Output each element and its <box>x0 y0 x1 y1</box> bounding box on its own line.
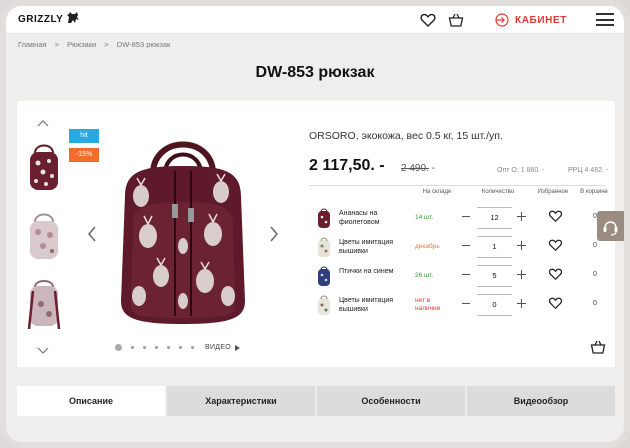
tab-video-review[interactable]: Видеообзор <box>467 386 615 416</box>
qty-input[interactable]: 1 <box>477 236 512 258</box>
table-row: Птички на синем 26 шт. 5 0 <box>309 262 609 290</box>
breadcrumb-separator: > <box>54 40 60 49</box>
gallery-dot[interactable] <box>115 344 122 351</box>
favorite-heart-icon[interactable] <box>548 209 563 223</box>
old-price-suffix: - <box>428 163 435 174</box>
header-stock: На складе <box>422 189 452 195</box>
product-main-image[interactable] <box>103 126 263 331</box>
header-cart: В корзине <box>580 189 608 195</box>
variant-stock: 26 шт. <box>415 272 434 279</box>
divider <box>309 185 606 186</box>
rrc-price: РРЦ 4 482. - <box>568 167 609 174</box>
qty-minus-button[interactable] <box>462 245 470 246</box>
gallery-dots: ВИДЕО <box>115 344 241 351</box>
page-title: DW-853 рюкзак <box>255 64 375 81</box>
table-row: Ананасы на фиолетовом 14 шт. 12 0 <box>309 204 609 232</box>
gallery-dot[interactable] <box>167 346 170 349</box>
favorite-heart-icon[interactable] <box>548 296 563 310</box>
current-price: 2 117,50. - <box>309 157 385 174</box>
heart-icon[interactable] <box>420 12 436 28</box>
variant-thumbnail[interactable] <box>315 294 333 316</box>
device-frame: GRIZZLY КАБИНЕТ Главная > Рюкзаки > DW-8… <box>0 0 630 448</box>
product-card: hit -15% ВИДЕО ORSORO, экокожа, вес 0.5 … <box>17 101 615 367</box>
breadcrumb-separator: > <box>104 40 109 49</box>
cabinet-label: КАБИНЕТ <box>515 14 567 26</box>
qty-minus-button[interactable] <box>462 216 470 217</box>
video-label: ВИДЕО <box>205 344 232 351</box>
variant-name: Цветы имитация вышивки <box>339 239 394 255</box>
product-tabs: Описание Характеристики Особенности Виде… <box>17 386 615 416</box>
gallery-dot[interactable] <box>191 346 194 349</box>
qty-plus-button[interactable] <box>517 241 526 250</box>
hit-badge: hit <box>69 129 99 143</box>
variant-name: Птички на синем <box>339 268 394 275</box>
screen: GRIZZLY КАБИНЕТ Главная > Рюкзаки > DW-8… <box>6 6 624 442</box>
variant-stock: 14 шт. <box>415 214 434 221</box>
qty-input[interactable]: 0 <box>477 294 512 316</box>
add-to-cart-icon[interactable] <box>590 340 606 354</box>
favorite-heart-icon[interactable] <box>548 238 563 252</box>
header-qty: Количество <box>481 189 515 195</box>
login-icon <box>495 13 509 27</box>
headset-icon <box>603 221 618 236</box>
discount-badge: -15% <box>69 148 99 162</box>
gallery-dot[interactable] <box>179 346 182 349</box>
gallery-prev-icon[interactable] <box>87 226 97 242</box>
breadcrumb-home[interactable]: Главная <box>18 40 47 49</box>
table-row: Цветы имитация вышивки декабрь 1 0 <box>309 233 609 261</box>
old-price-value: 2 490. <box>401 163 429 174</box>
thumb-up-arrow-icon[interactable] <box>37 119 49 127</box>
tab-characteristics[interactable]: Характеристики <box>167 386 315 416</box>
qty-minus-button[interactable] <box>462 303 470 304</box>
thumbnail-pineapple[interactable] <box>23 139 65 195</box>
product-description: ORSORO, экокожа, вес 0.5 кг, 15 шт./уп. <box>309 130 503 142</box>
header-fav: Избранное <box>537 189 569 195</box>
qty-plus-button[interactable] <box>517 212 526 221</box>
gallery-dot[interactable] <box>131 346 134 349</box>
table-row: Цветы имитация вышивки нет в наличии 0 0 <box>309 291 609 319</box>
thumbnail-flowers[interactable] <box>23 208 65 264</box>
old-price: 2 490. - <box>401 163 435 174</box>
variant-name: Цветы имитация вышивки <box>339 297 394 313</box>
favorite-heart-icon[interactable] <box>548 267 563 281</box>
tab-features[interactable]: Особенности <box>317 386 465 416</box>
video-link[interactable]: ВИДЕО <box>205 344 241 351</box>
qty-input[interactable]: 12 <box>477 207 512 229</box>
variant-stock: нет в наличии <box>415 297 441 312</box>
thumbnail-back-view[interactable] <box>23 277 65 333</box>
breadcrumb-current: DW-853 рюкзак <box>116 40 171 49</box>
play-icon <box>235 344 241 351</box>
support-button[interactable] <box>597 211 624 241</box>
qty-plus-button[interactable] <box>517 299 526 308</box>
qty-input[interactable]: 5 <box>477 265 512 287</box>
breadcrumb-category[interactable]: Рюкзаки <box>67 40 96 49</box>
logo[interactable]: GRIZZLY <box>18 14 63 25</box>
qty-plus-button[interactable] <box>517 270 526 279</box>
variant-name: Ананасы на фиолетовом <box>339 210 380 226</box>
bear-logo-icon[interactable] <box>66 11 80 25</box>
qty-minus-button[interactable] <box>462 274 470 275</box>
in-cart-count: 0 <box>593 271 597 278</box>
thumb-down-arrow-icon[interactable] <box>37 347 49 355</box>
top-bar: GRIZZLY КАБИНЕТ <box>6 6 624 34</box>
breadcrumb: Главная > Рюкзаки > DW-853 рюкзак <box>18 40 176 49</box>
variant-thumbnail[interactable] <box>315 236 333 258</box>
gallery-dot[interactable] <box>155 346 158 349</box>
variant-stock: декабрь <box>415 243 440 250</box>
variant-thumbnail[interactable] <box>315 207 333 229</box>
gallery-dot[interactable] <box>143 346 146 349</box>
variant-thumbnail[interactable] <box>315 265 333 287</box>
wholesale-price: Опт О: 1 860. - <box>497 167 545 174</box>
in-cart-count: 0 <box>593 242 597 249</box>
menu-icon[interactable] <box>596 13 614 26</box>
cabinet-link[interactable]: КАБИНЕТ <box>495 13 567 27</box>
gallery-next-icon[interactable] <box>269 226 279 242</box>
cart-icon[interactable] <box>448 12 464 28</box>
in-cart-count: 0 <box>593 300 597 307</box>
tab-description[interactable]: Описание <box>17 386 165 416</box>
